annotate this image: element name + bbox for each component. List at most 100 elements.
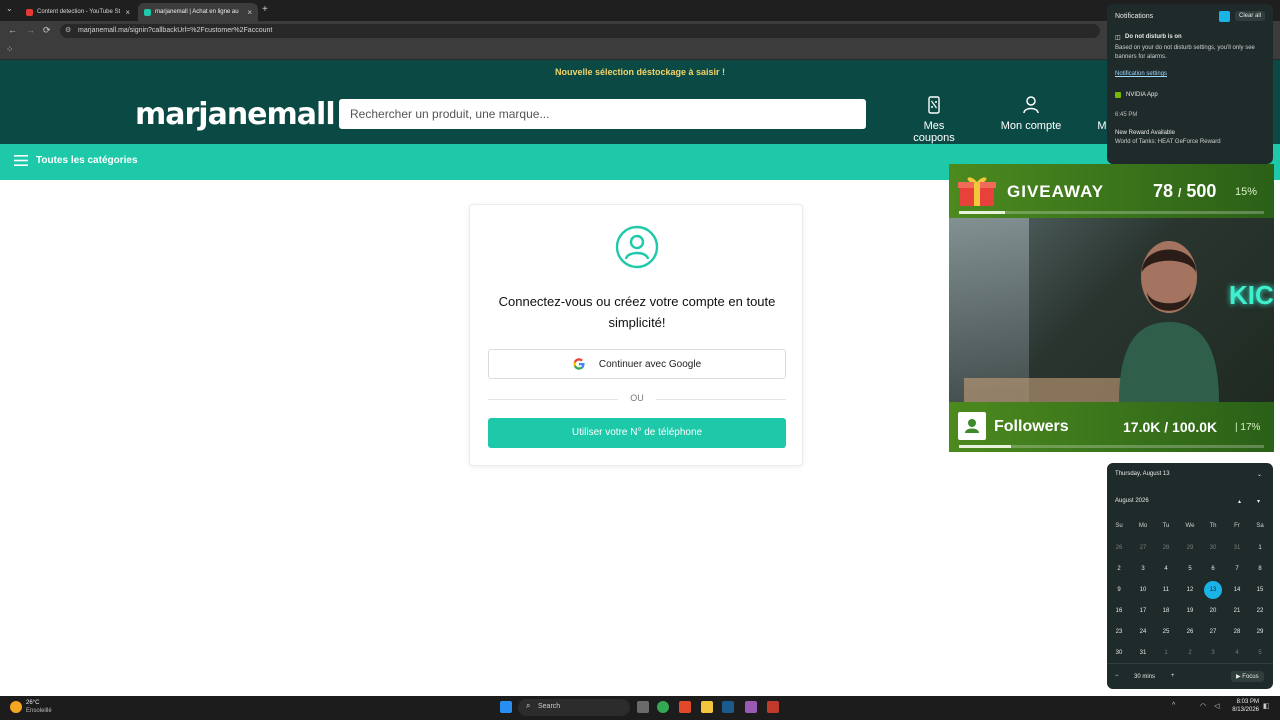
collapse-chevron-icon[interactable]: ⌄: [1257, 471, 1262, 478]
calendar-day[interactable]: 11: [1157, 581, 1175, 599]
account-button[interactable]: Mon compte: [1000, 96, 1062, 132]
calendar-day[interactable]: 29: [1251, 623, 1269, 641]
calendar-day[interactable]: 31: [1134, 644, 1152, 662]
calendar-day[interactable]: 22: [1251, 602, 1269, 620]
calendar-weekday: Fr: [1234, 523, 1240, 529]
tab-menu-chevron-icon[interactable]: ⌄: [6, 4, 13, 13]
calendar-day[interactable]: 27: [1134, 539, 1152, 557]
calendar-day[interactable]: 1: [1251, 539, 1269, 557]
tab-marjanemall[interactable]: marjanemall | Achat en ligne au ×: [138, 3, 258, 21]
giveaway-current: 78: [1153, 181, 1174, 201]
close-tab-icon[interactable]: ×: [247, 8, 252, 17]
calendar-day[interactable]: 16: [1110, 602, 1128, 620]
calendar-day[interactable]: 29: [1181, 539, 1199, 557]
close-tab-icon[interactable]: ×: [125, 8, 130, 17]
file-explorer-icon[interactable]: [701, 701, 713, 713]
calendar-day[interactable]: 10: [1134, 581, 1152, 599]
calendar-day[interactable]: 31: [1228, 539, 1246, 557]
back-arrow-icon[interactable]: ←: [8, 25, 17, 35]
streamer-silhouette: [1119, 241, 1219, 402]
focus-label: Focus: [1242, 674, 1259, 680]
steam-icon[interactable]: [722, 701, 734, 713]
user-circle-icon: [615, 225, 659, 269]
calendar-day[interactable]: 30: [1110, 644, 1128, 662]
calendar-day[interactable]: 2: [1110, 560, 1128, 578]
clear-all-button[interactable]: Clear all: [1235, 11, 1266, 21]
calendar-day[interactable]: 7: [1228, 560, 1246, 578]
calendar-day[interactable]: 13: [1204, 581, 1222, 599]
calendar-day[interactable]: 24: [1134, 623, 1152, 641]
site-info-icon[interactable]: ⚙: [65, 24, 71, 38]
focus-button[interactable]: ▶ Focus: [1231, 671, 1264, 682]
app-icon[interactable]: [767, 701, 779, 713]
volume-icon[interactable]: ◁: [1214, 702, 1219, 710]
calendar-day[interactable]: 26: [1181, 623, 1199, 641]
calendar-day[interactable]: 28: [1228, 623, 1246, 641]
calendar-day[interactable]: 23: [1110, 623, 1128, 641]
phone-signin-button[interactable]: Utiliser votre N° de téléphone: [488, 418, 786, 448]
focus-decrease-button[interactable]: −: [1115, 673, 1119, 679]
notification-settings-link[interactable]: Notification settings: [1115, 71, 1167, 77]
calendar-weekday: Su: [1115, 523, 1123, 529]
calendar-day[interactable]: 4: [1228, 644, 1246, 662]
dnd-title: Do not disturb is on: [1125, 34, 1182, 40]
weather-sun-icon[interactable]: [10, 701, 22, 713]
coupons-label: Mes coupons: [913, 120, 955, 144]
calendar-day[interactable]: 19: [1181, 602, 1199, 620]
wifi-icon[interactable]: ◠: [1200, 702, 1206, 710]
calendar-day[interactable]: 4: [1157, 560, 1175, 578]
calendar-day[interactable]: 3: [1204, 644, 1222, 662]
chrome-icon[interactable]: [657, 701, 669, 713]
reload-icon[interactable]: ⟳: [43, 25, 51, 36]
bell-off-icon: ◫: [1115, 35, 1121, 41]
tab-youtube[interactable]: Content detection - YouTube St ×: [20, 3, 136, 21]
calendar-day[interactable]: 5: [1251, 644, 1269, 662]
task-view-icon[interactable]: [637, 701, 649, 713]
calendar-day[interactable]: 9: [1110, 581, 1128, 599]
calendar-day[interactable]: 5: [1181, 560, 1199, 578]
calendar-day[interactable]: 21: [1228, 602, 1246, 620]
taskbar-time[interactable]: 8:03 PM: [1233, 699, 1259, 705]
calendar-day[interactable]: 12: [1181, 581, 1199, 599]
site-logo[interactable]: marjanemall: [135, 97, 336, 132]
calendar-day[interactable]: 28: [1157, 539, 1175, 557]
calendar-month[interactable]: August 2026: [1115, 498, 1149, 504]
taskbar-search[interactable]: ⌕ Search: [518, 699, 630, 716]
url-field[interactable]: ⚙ marjanemall.ma/signin?callbackUrl=%2Fc…: [60, 24, 1100, 38]
calendar-day[interactable]: 2: [1181, 644, 1199, 662]
taskbar-date[interactable]: 8/13/2026: [1229, 707, 1259, 713]
notification-bell-icon[interactable]: ◧: [1263, 702, 1270, 710]
search-input[interactable]: [339, 99, 866, 129]
previous-month-icon[interactable]: ▴: [1238, 498, 1241, 505]
forward-arrow-icon[interactable]: →: [26, 25, 35, 35]
do-not-disturb-toggle-icon[interactable]: [1219, 11, 1230, 22]
apps-grid-icon[interactable]: ⁘: [6, 44, 14, 55]
all-categories-button[interactable]: Toutes les catégories: [14, 155, 138, 166]
calendar-day[interactable]: 8: [1251, 560, 1269, 578]
new-tab-button[interactable]: +: [262, 4, 268, 15]
calendar-day[interactable]: 17: [1134, 602, 1152, 620]
weather-temp: 26°C: [26, 700, 40, 706]
calendar-day[interactable]: 30: [1204, 539, 1222, 557]
calendar-day[interactable]: 6: [1204, 560, 1222, 578]
brave-icon[interactable]: [679, 701, 691, 713]
coupons-button[interactable]: Mes coupons: [902, 96, 966, 144]
discord-icon[interactable]: [745, 701, 757, 713]
calendar-day[interactable]: 1: [1157, 644, 1175, 662]
calendar-day[interactable]: 15: [1251, 581, 1269, 599]
app-name: NVIDIA App: [1126, 92, 1158, 98]
calendar-day[interactable]: 27: [1204, 623, 1222, 641]
calendar-day[interactable]: 20: [1204, 602, 1222, 620]
calendar-day[interactable]: 26: [1110, 539, 1128, 557]
next-month-icon[interactable]: ▾: [1257, 498, 1260, 505]
calendar-day[interactable]: 14: [1228, 581, 1246, 599]
windows-start-icon[interactable]: [500, 701, 512, 713]
focus-increase-button[interactable]: +: [1171, 673, 1175, 679]
url-text: marjanemall.ma/signin?callbackUrl=%2Fcus…: [78, 27, 273, 34]
calendar-day[interactable]: 18: [1157, 602, 1175, 620]
google-signin-button[interactable]: Continuer avec Google: [488, 349, 786, 379]
tray-chevron-icon[interactable]: ^: [1172, 702, 1175, 709]
promo-banner[interactable]: Nouvelle sélection déstockage à saisir !: [0, 60, 1280, 84]
calendar-day[interactable]: 25: [1157, 623, 1175, 641]
calendar-day[interactable]: 3: [1134, 560, 1152, 578]
